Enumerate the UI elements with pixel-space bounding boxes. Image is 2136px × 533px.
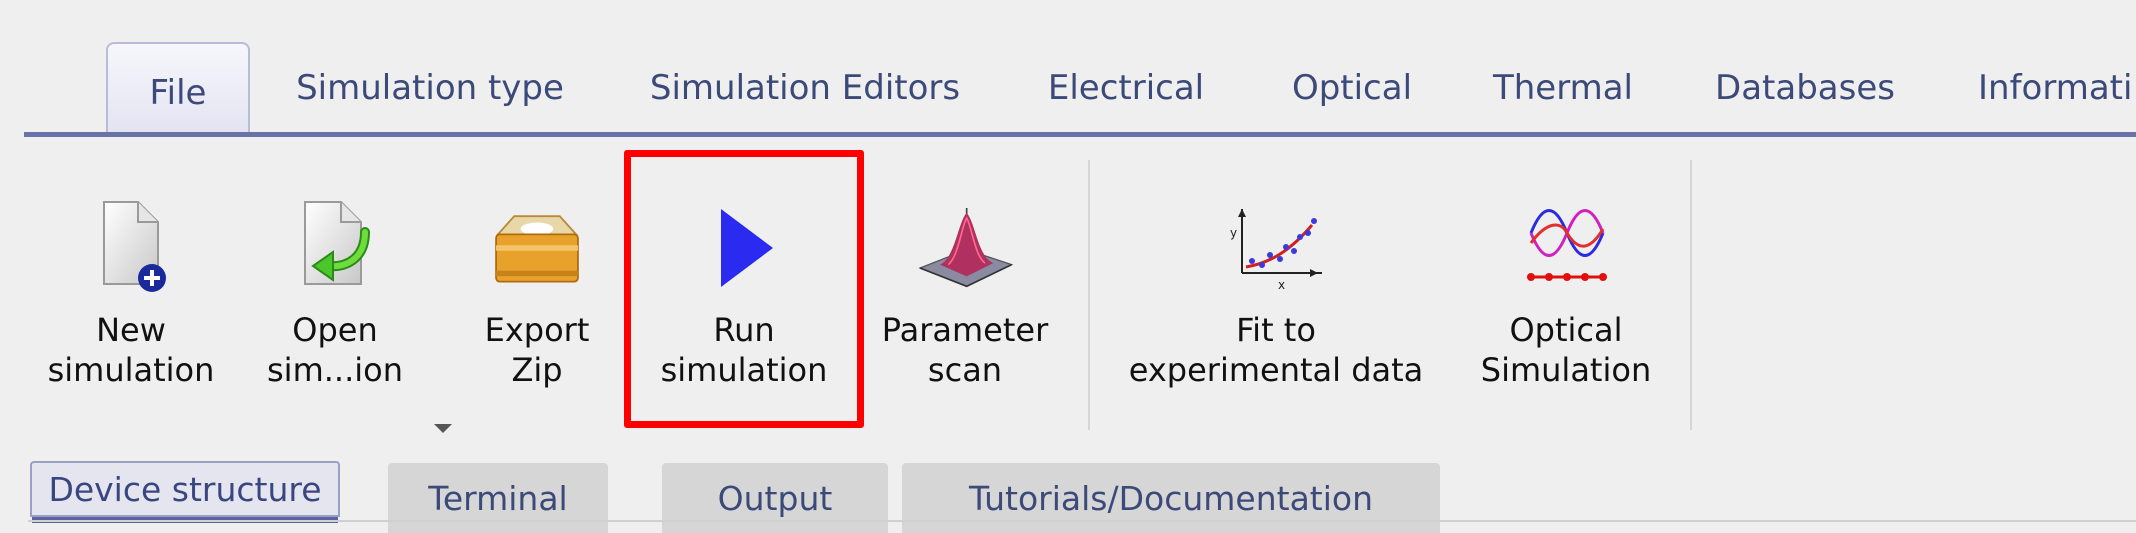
run-simulation-button[interactable]: Run simulation [640,140,848,430]
open-document-icon [285,198,385,298]
tab-file[interactable]: File [106,42,250,134]
optical-simulation-button[interactable]: Optical Simulation [1462,140,1670,430]
tab-optical[interactable]: Optical [1282,44,1422,132]
export-zip-label: Export Zip [484,311,590,389]
tab-bar-underline [24,132,2136,137]
open-simulation-button[interactable]: Open sim...ion [250,140,420,430]
tab-terminal[interactable]: Terminal [388,463,608,533]
parameter-scan-label: Parameter scan [881,311,1049,389]
fit-to-experimental-data-label: Fit to experimental data [1128,311,1424,389]
ribbon-separator [1088,160,1090,430]
export-zip-button[interactable]: Export Zip [462,140,612,430]
surface-plot-icon [915,198,1015,298]
main-tab-bar: File Simulation type Simulation Editors … [0,0,2136,140]
box-icon [487,198,587,298]
tab-tutorials-documentation[interactable]: Tutorials/Documentation [902,463,1440,533]
open-dropdown-arrow-icon[interactable] [434,424,452,433]
tab-simulation-editors[interactable]: Simulation Editors [640,44,970,132]
run-simulation-label: Run simulation [660,311,828,389]
tab-electrical[interactable]: Electrical [1040,44,1212,132]
svg-text:y: y [1230,226,1237,240]
new-simulation-button[interactable]: New simulation [36,140,226,430]
tab-device-structure[interactable]: Device structure [30,461,340,523]
curve-fit-icon: y x [1226,198,1326,298]
new-document-icon [81,198,181,298]
optical-waves-icon [1516,198,1616,298]
play-icon [694,198,794,298]
tab-information[interactable]: Informati [1978,44,2136,132]
tab-thermal[interactable]: Thermal [1486,44,1640,132]
new-simulation-label: New simulation [47,311,215,389]
file-ribbon: New simulation Open sim...ion Export Zip… [0,140,2136,433]
open-simulation-label: Open sim...ion [267,311,403,389]
tab-databases[interactable]: Databases [1710,44,1900,132]
ribbon-separator [1690,160,1692,430]
tab-simulation-type[interactable]: Simulation type [290,44,570,132]
content-area-border [28,520,2136,522]
tab-output[interactable]: Output [662,463,888,533]
svg-text:x: x [1278,278,1285,292]
parameter-scan-button[interactable]: Parameter scan [870,140,1060,430]
fit-to-experimental-data-button[interactable]: y x Fit to experimental data [1106,140,1446,430]
optical-simulation-label: Optical Simulation [1480,311,1652,389]
